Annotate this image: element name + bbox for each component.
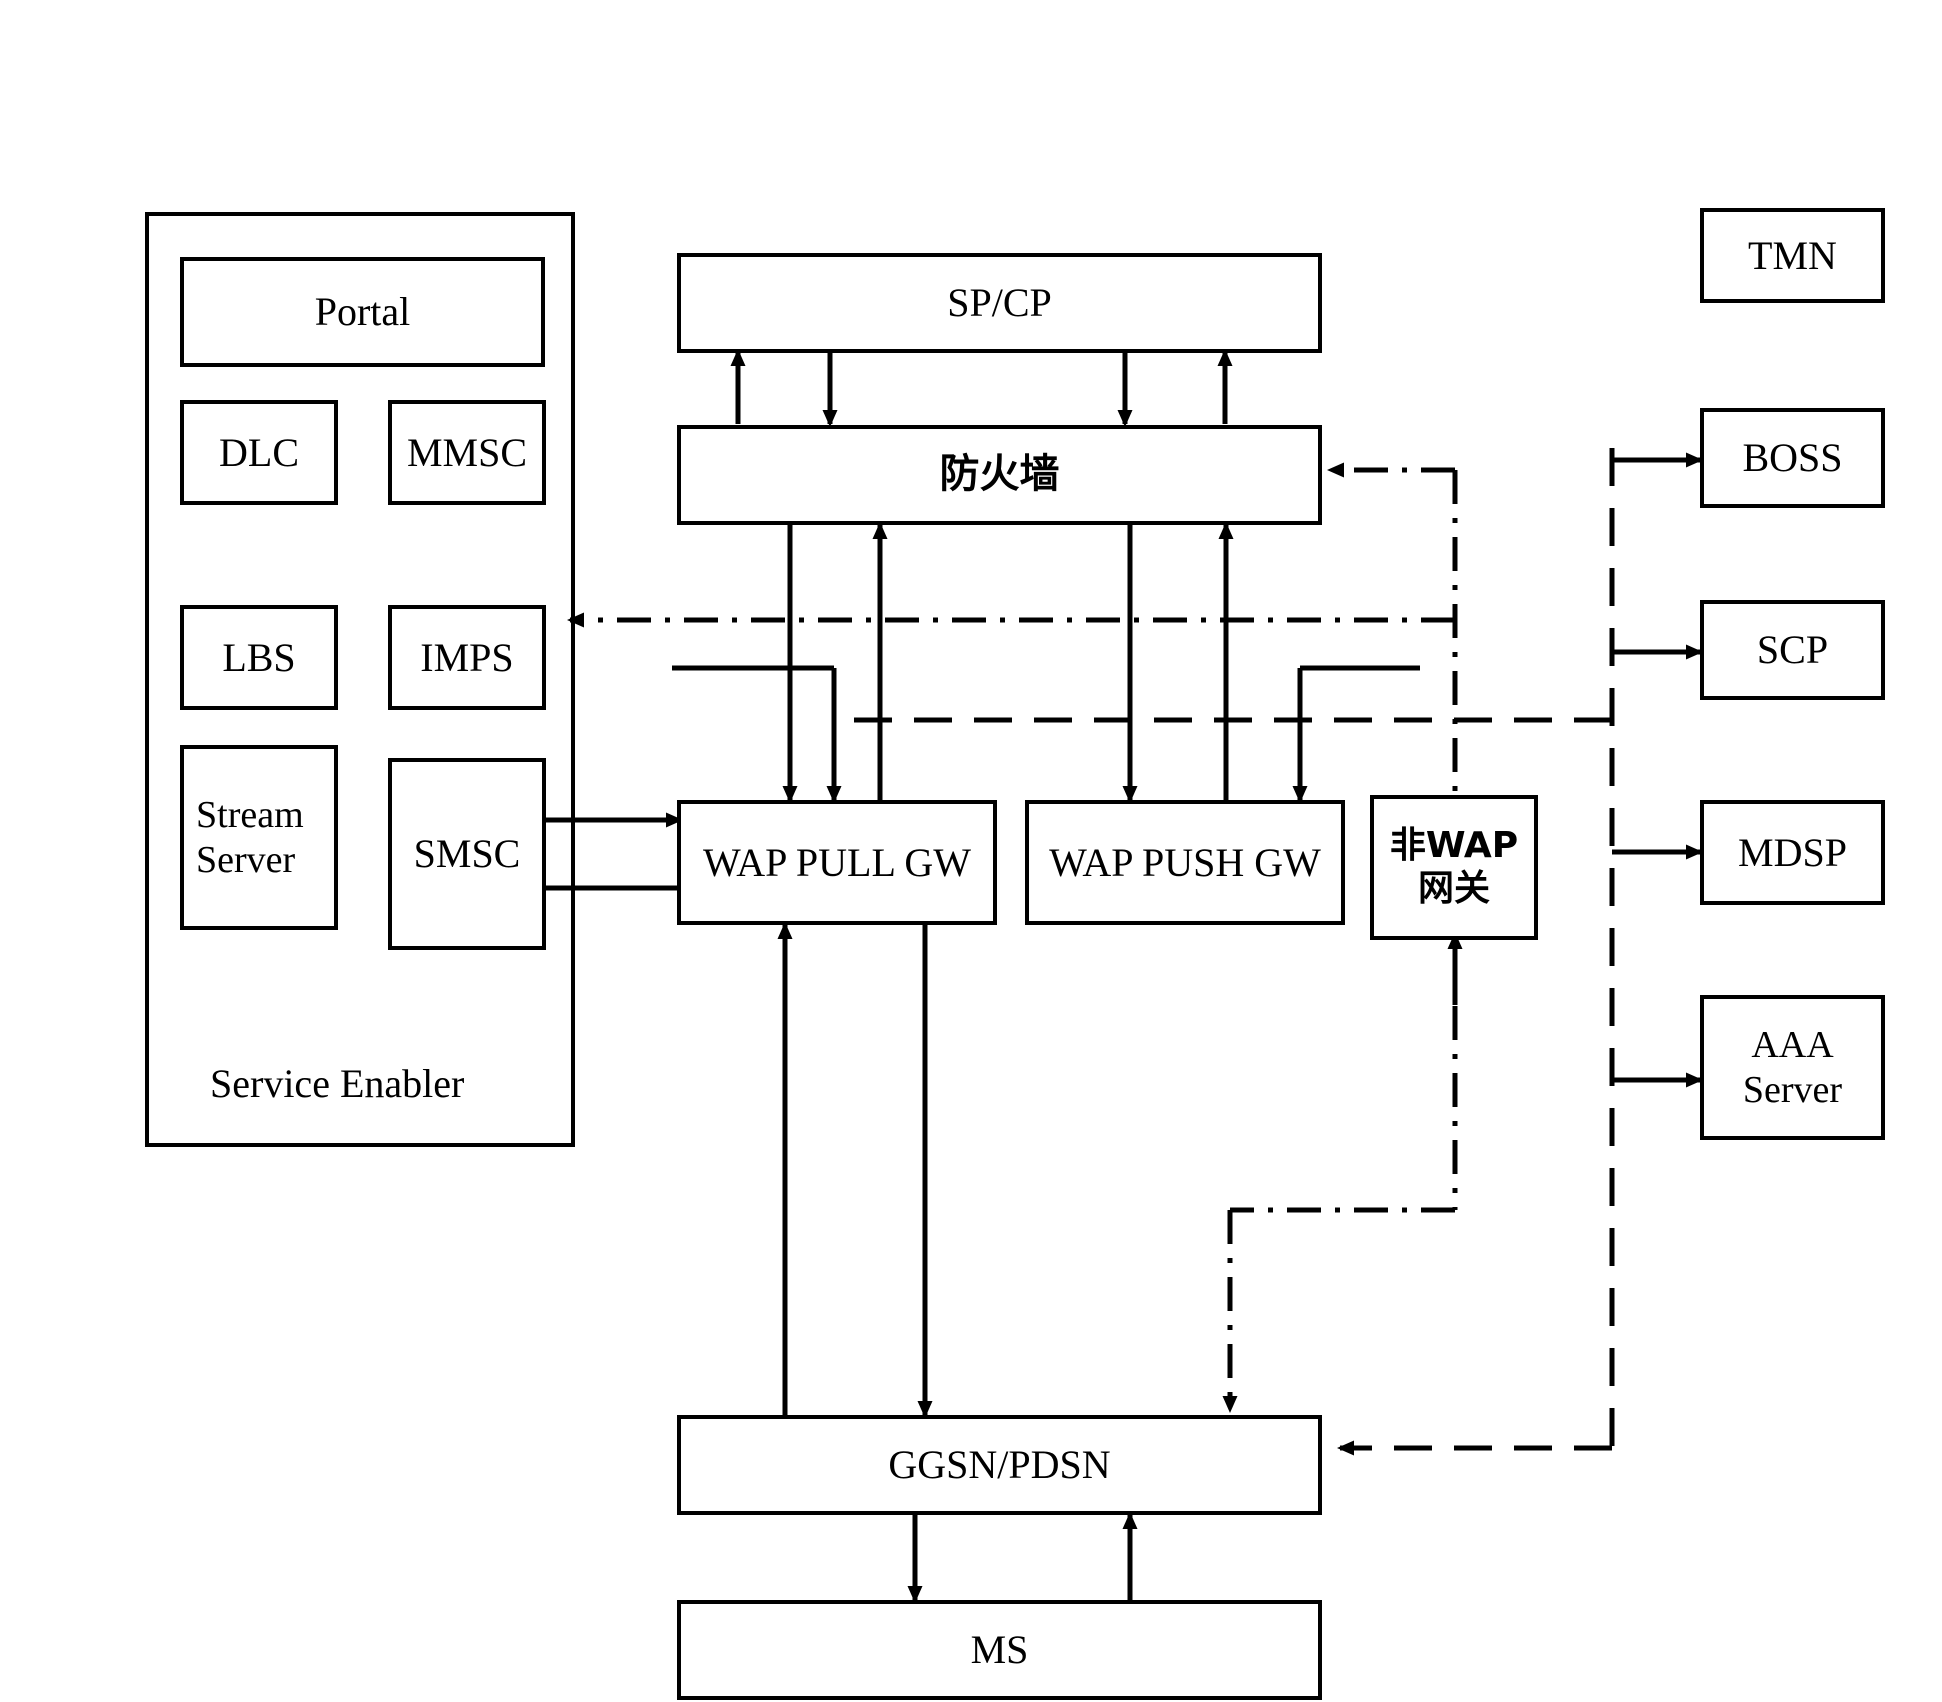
block-stream-server[interactable]: Stream Server <box>180 745 338 930</box>
block-ms[interactable]: MS <box>677 1600 1322 1700</box>
block-mmsc[interactable]: MMSC <box>388 400 546 505</box>
block-stream-server-label-line2: Server <box>196 838 296 881</box>
block-firewall-label: 防火墙 <box>939 451 1060 498</box>
block-non-wap-gw[interactable]: 非WAP 网关 <box>1370 795 1538 940</box>
block-spcp[interactable]: SP/CP <box>677 253 1322 353</box>
block-spcp-label: SP/CP <box>947 280 1052 326</box>
block-aaa-server-label-line1: AAA <box>1751 1023 1834 1066</box>
block-wap-push-gw[interactable]: WAP PUSH GW <box>1025 800 1345 925</box>
block-tmn-label: TMN <box>1748 232 1837 278</box>
block-mmsc-label: MMSC <box>406 429 528 475</box>
block-scp-label: SCP <box>1756 627 1829 673</box>
block-lbs-label: LBS <box>222 634 296 680</box>
block-aaa-server[interactable]: AAA Server <box>1700 995 1885 1140</box>
block-stream-server-label-line1: Stream <box>196 793 304 836</box>
block-aaa-server-label-line2: Server <box>1742 1068 1843 1111</box>
block-non-wap-gw-label-line1: 非WAP <box>1389 825 1519 867</box>
block-wap-pull-gw-label: WAP PULL GW <box>702 839 972 885</box>
block-wap-push-gw-label: WAP PUSH GW <box>1049 839 1321 885</box>
diagram-canvas: Portal DLC MMSC LBS IMPS Stream Server S… <box>0 0 1942 1702</box>
block-portal-label: Portal <box>314 289 411 335</box>
block-dlc-label: DLC <box>219 429 299 475</box>
block-scp[interactable]: SCP <box>1700 600 1885 700</box>
block-non-wap-gw-label-line2: 网关 <box>1417 867 1490 909</box>
block-boss[interactable]: BOSS <box>1700 408 1885 508</box>
block-ggsn-pdsn[interactable]: GGSN/PDSN <box>677 1415 1322 1515</box>
block-wap-pull-gw[interactable]: WAP PULL GW <box>677 800 997 925</box>
block-ms-label: MS <box>970 1627 1029 1673</box>
block-imps[interactable]: IMPS <box>388 605 546 710</box>
block-imps-label: IMPS <box>420 634 514 680</box>
block-mdsp-label: MDSP <box>1738 829 1847 875</box>
block-ggsn-pdsn-label: GGSN/PDSN <box>888 1442 1111 1488</box>
block-lbs[interactable]: LBS <box>180 605 338 710</box>
block-mdsp[interactable]: MDSP <box>1700 800 1885 905</box>
service-enabler-label: Service Enabler <box>210 1061 465 1106</box>
block-firewall[interactable]: 防火墙 <box>677 425 1322 525</box>
block-portal[interactable]: Portal <box>180 257 545 367</box>
block-dlc[interactable]: DLC <box>180 400 338 505</box>
block-boss-label: BOSS <box>1742 435 1843 481</box>
block-tmn[interactable]: TMN <box>1700 208 1885 303</box>
block-smsc-label: SMSC <box>413 831 521 877</box>
block-smsc[interactable]: SMSC <box>388 758 546 950</box>
